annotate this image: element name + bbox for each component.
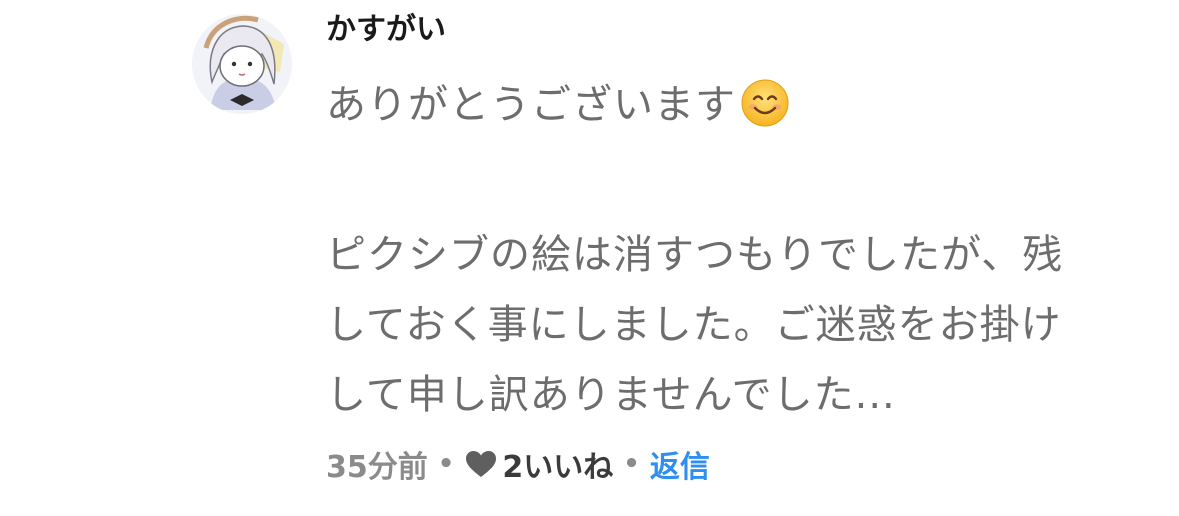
comment-item: かすがい ありがとうございます ピクシブの絵は消すつもりでしたが、残 しておく事… [0,0,1179,516]
comment-text: ありがとうございます [326,82,736,128]
separator-dot: • [623,449,640,479]
comment-meta: 35分前 • 2いいね • 返信 [326,442,710,486]
comment-author[interactable]: かすがい [326,10,446,50]
avatar[interactable] [192,14,292,114]
smiling-face-icon [740,78,790,150]
comment-line: して申し訳ありませんでした... [326,372,896,418]
comment-timestamp: 35分前 [326,450,428,485]
comment-line: ありがとうございます [326,70,1126,140]
comment-line: しておく事にしました。ご迷惑をお掛け [326,302,1062,348]
like-count[interactable]: 2いいね [502,442,613,486]
avatar-illustration [192,14,292,114]
reply-button[interactable]: 返信 [650,442,710,486]
comment-line: ピクシブの絵は消すつもりでしたが、残 [326,232,1064,278]
separator-dot: • [437,449,455,479]
heart-icon[interactable] [464,449,498,479]
comment-body: ありがとうございます ピクシブの絵は消すつもりでしたが、残 しておく事にしました… [326,70,1126,430]
comment-line-blank [326,140,1126,220]
